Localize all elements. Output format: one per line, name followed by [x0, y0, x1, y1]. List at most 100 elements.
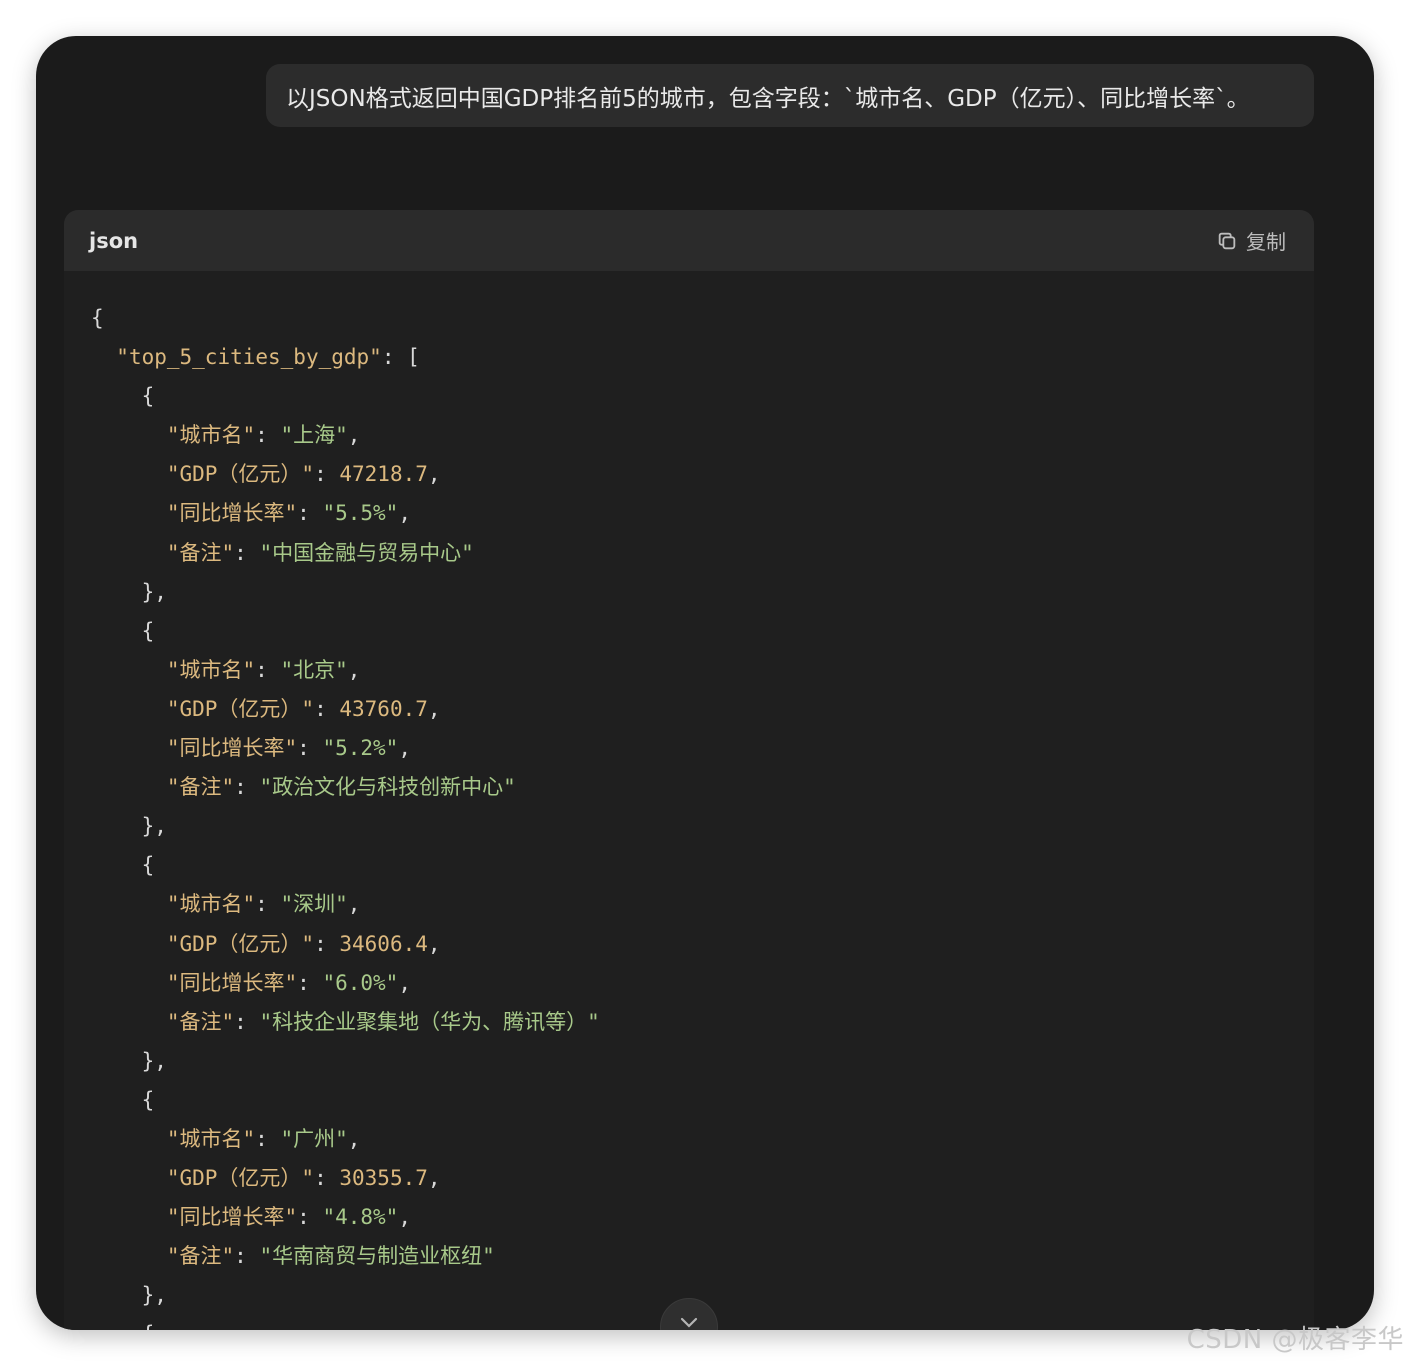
code-block: json 复制 { "top_5_cities_by_gdp": [ { "城市… [64, 210, 1314, 1330]
code-token-str: "深圳" [280, 892, 348, 917]
code-token-punc: }, [141, 579, 167, 604]
code-token-key: "同比增长率" [166, 1205, 298, 1230]
code-line: "备注": "科技企业聚集地（华为、腾讯等）" [91, 1003, 1314, 1042]
code-line: }, [91, 573, 1314, 612]
code-token-punc: { [141, 1087, 155, 1112]
code-line: { [91, 377, 1314, 416]
code-token-punc: }, [141, 1048, 167, 1073]
code-token-str: "北京" [280, 657, 348, 682]
user-message-text: 以JSON格式返回中国GDP排名前5的城市，包含字段：`城市名、GDP（亿元）、… [286, 85, 1250, 112]
code-token-punc: , [398, 1205, 411, 1230]
code-token-punc: , [398, 736, 411, 761]
code-token-punc: : [297, 970, 323, 995]
watermark: CSDN @极客李华 [1186, 1325, 1404, 1355]
code-line: }, [91, 1042, 1314, 1081]
code-line: }, [91, 807, 1314, 846]
code-token-punc: , [347, 1126, 361, 1151]
code-token-str: "中国金融与贸易中心" [259, 540, 474, 565]
code-token-num: 30355.7 [339, 1166, 428, 1191]
code-token-key: "同比增长率" [166, 970, 298, 995]
code-token-key: "备注" [166, 1244, 235, 1269]
code-line: "同比增长率": "5.5%", [91, 494, 1314, 533]
code-block-header: json 复制 [64, 210, 1314, 271]
code-token-key: "备注" [166, 540, 235, 565]
code-line: { [91, 846, 1314, 885]
code-line: "GDP（亿元）": 30355.7, [91, 1159, 1314, 1198]
code-token-key: "城市名" [166, 423, 256, 448]
code-token-str: "4.8%" [322, 1205, 399, 1230]
code-line: "同比增长率": "4.8%", [91, 1198, 1314, 1237]
code-token-str: "科技企业聚集地（华为、腾讯等）" [259, 1009, 600, 1034]
code-token-punc: : [314, 931, 340, 956]
code-token-punc: , [427, 696, 441, 721]
code-token-punc: , [347, 892, 361, 917]
code-token-punc: { [91, 306, 104, 330]
code-token-punc: , [347, 657, 361, 682]
copy-button[interactable]: 复制 [1216, 226, 1286, 255]
code-token-punc: : [234, 1244, 260, 1269]
code-token-key: "备注" [166, 1009, 235, 1034]
code-token-punc: , [398, 970, 411, 995]
code-token-punc: , [427, 931, 441, 956]
code-token-key: "城市名" [166, 1126, 256, 1151]
code-token-punc: : [314, 1166, 340, 1191]
copy-button-label: 复制 [1246, 230, 1286, 254]
code-line: { [91, 299, 1314, 338]
code-line: "备注": "中国金融与贸易中心" [91, 534, 1314, 573]
code-token-key: "GDP（亿元）" [166, 462, 315, 487]
code-token-punc: : [297, 1205, 323, 1230]
code-token-punc: , [427, 1166, 441, 1191]
code-token-punc: }, [141, 814, 167, 839]
code-token-punc: { [142, 1322, 155, 1330]
code-token-num: 43760.7 [339, 696, 428, 721]
code-content: { "top_5_cities_by_gdp": [ { "城市名": "上海"… [64, 271, 1314, 1330]
code-line: "GDP（亿元）": 43760.7, [91, 690, 1314, 729]
code-line: "GDP（亿元）": 34606.4, [91, 925, 1314, 964]
code-token-key: "GDP（亿元）" [166, 1166, 315, 1191]
code-token-str: "华南商贸与制造业枢纽" [259, 1244, 495, 1269]
code-token-key: "GDP（亿元）" [166, 696, 315, 721]
code-line: "备注": "政治文化与科技创新中心" [91, 768, 1314, 807]
code-language-label: json [89, 228, 139, 253]
code-token-punc: : [255, 423, 281, 448]
code-line: "备注": "华南商贸与制造业枢纽" [91, 1237, 1314, 1276]
code-token-str: "广州" [280, 1126, 348, 1151]
code-token-punc: : [234, 540, 260, 565]
code-token-punc: : [ [381, 345, 420, 370]
chevron-down-icon [680, 1317, 698, 1328]
copy-icon [1218, 232, 1236, 249]
user-message-bubble: 以JSON格式返回中国GDP排名前5的城市，包含字段：`城市名、GDP（亿元）、… [266, 64, 1314, 127]
code-token-key: "top_5_cities_by_gdp" [116, 345, 382, 370]
code-token-punc: , [347, 423, 361, 448]
code-token-punc: : [234, 1009, 260, 1034]
code-line: "top_5_cities_by_gdp": [ [91, 338, 1314, 377]
code-token-key: "城市名" [166, 657, 256, 682]
code-line: "城市名": "深圳", [91, 885, 1314, 924]
code-token-punc: : [255, 1126, 281, 1151]
code-token-punc: }, [141, 1283, 167, 1308]
code-token-punc: : [255, 892, 281, 917]
code-token-punc: : [234, 775, 260, 800]
chat-window: 以JSON格式返回中国GDP排名前5的城市，包含字段：`城市名、GDP（亿元）、… [36, 36, 1374, 1330]
